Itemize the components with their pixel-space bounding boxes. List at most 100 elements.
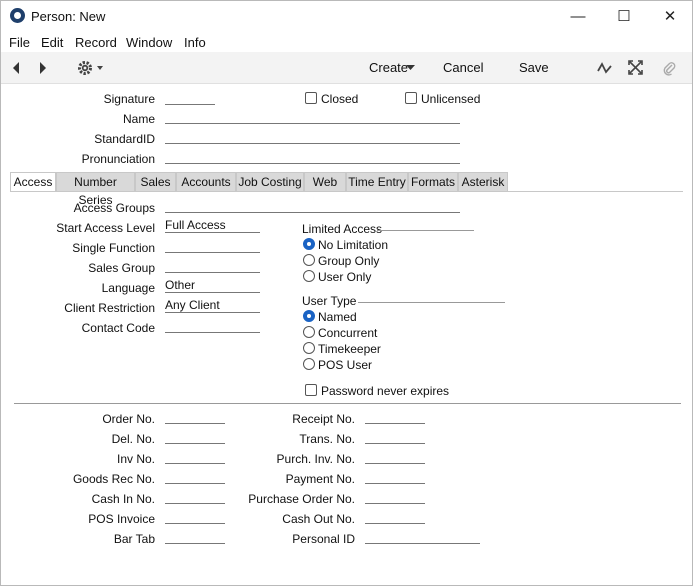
signature-field[interactable] (165, 91, 215, 105)
bar-tab-field[interactable] (165, 530, 225, 544)
cash-out-no-label: Cash Out No. (282, 512, 355, 526)
pos-invoice-label: POS Invoice (88, 512, 155, 526)
tab-asterisk[interactable]: Asterisk (458, 172, 508, 192)
tab-time-entry[interactable]: Time Entry (346, 172, 408, 192)
create-button[interactable]: Create (369, 60, 408, 75)
order-no-field[interactable] (165, 410, 225, 424)
access-groups-label: Access Groups (73, 201, 155, 215)
menu-info[interactable]: Info (184, 35, 206, 50)
toolbar: Create Cancel Save (1, 52, 692, 84)
signature-label: Signature (103, 92, 155, 106)
concurrent-radio[interactable] (303, 326, 315, 338)
group-only-radio[interactable] (303, 254, 315, 266)
concurrent-label: Concurrent (318, 326, 378, 340)
timekeeper-label: Timekeeper (318, 342, 381, 356)
cash-out-no-field[interactable] (365, 510, 425, 524)
timekeeper-radio[interactable] (303, 342, 315, 354)
tab-accounts[interactable]: Accounts (176, 172, 236, 192)
previous-record-icon[interactable] (11, 61, 21, 75)
close-button[interactable]: ✕ (647, 3, 693, 30)
limited-access-divider (377, 230, 474, 231)
client-restriction-field[interactable]: Any Client (165, 299, 260, 313)
unlicensed-label: Unlicensed (421, 92, 481, 106)
payment-no-field[interactable] (365, 470, 425, 484)
pronunciation-field[interactable] (165, 150, 460, 164)
attachment-icon[interactable] (662, 60, 676, 76)
pos-user-label: POS User (318, 358, 373, 372)
user-type-divider (358, 302, 505, 303)
save-button[interactable]: Save (519, 60, 549, 75)
named-radio[interactable] (303, 310, 315, 322)
tab-sales[interactable]: Sales (135, 172, 176, 192)
single-function-field[interactable] (165, 239, 260, 253)
menu-bar: File Edit Record Window Info (1, 32, 692, 52)
tab-access[interactable]: Access (10, 172, 56, 192)
group-only-label: Group Only (318, 254, 380, 268)
access-groups-field[interactable] (165, 199, 460, 213)
tab-web[interactable]: Web (304, 172, 346, 192)
maximize-button[interactable]: ☐ (601, 3, 647, 30)
menu-edit[interactable]: Edit (41, 35, 63, 50)
password-never-expires-checkbox[interactable] (305, 384, 317, 396)
menu-window[interactable]: Window (126, 35, 172, 50)
closed-label: Closed (321, 92, 359, 106)
receipt-no-field[interactable] (365, 410, 425, 424)
user-only-radio[interactable] (303, 270, 315, 282)
expand-icon[interactable] (628, 60, 643, 75)
tab-job-costing[interactable]: Job Costing (236, 172, 304, 192)
language-label: Language (101, 281, 155, 295)
tab-formats[interactable]: Formats (408, 172, 458, 192)
client-restriction-label: Client Restriction (64, 301, 155, 315)
create-dropdown-icon[interactable] (406, 65, 415, 71)
inv-no-label: Inv No. (116, 452, 155, 466)
start-access-level-field[interactable]: Full Access (165, 219, 260, 233)
purch-inv-no-field[interactable] (365, 450, 425, 464)
gear-menu-icon[interactable] (77, 60, 105, 76)
no-limitation-label: No Limitation (318, 238, 389, 252)
menu-file[interactable]: File (9, 35, 30, 50)
unlicensed-checkbox[interactable] (405, 92, 417, 104)
cancel-button[interactable]: Cancel (443, 60, 483, 75)
closed-checkbox[interactable] (305, 92, 317, 104)
tab-divider (10, 191, 683, 192)
start-access-level-label: Start Access Level (56, 221, 155, 235)
personal-id-field[interactable] (365, 530, 480, 544)
user-only-label: User Only (318, 270, 372, 284)
named-label: Named (318, 310, 357, 324)
trans-no-field[interactable] (365, 430, 425, 444)
minimize-button[interactable]: — (555, 3, 601, 30)
bar-tab-label: Bar Tab (113, 532, 155, 546)
pos-invoice-field[interactable] (165, 510, 225, 524)
no-limitation-radio[interactable] (303, 238, 315, 250)
cash-in-no-label: Cash In No. (91, 492, 155, 506)
single-function-label: Single Function (72, 241, 155, 255)
contact-code-field[interactable] (165, 319, 260, 333)
menu-record[interactable]: Record (75, 35, 117, 50)
del-no-label: Del. No. (111, 432, 155, 446)
password-never-expires-label: Password never expires (321, 384, 450, 398)
pronunciation-label: Pronunciation (81, 152, 155, 166)
purchase-order-no-field[interactable] (365, 490, 425, 504)
inv-no-field[interactable] (165, 450, 225, 464)
contact-code-label: Contact Code (81, 321, 155, 335)
limited-access-title: Limited Access (302, 222, 383, 236)
payment-no-label: Payment No. (285, 472, 355, 486)
pos-user-radio[interactable] (303, 358, 315, 370)
next-record-icon[interactable] (38, 61, 48, 75)
cash-in-no-field[interactable] (165, 490, 225, 504)
language-field[interactable]: Other (165, 279, 260, 293)
receipt-no-label: Receipt No. (292, 412, 355, 426)
del-no-field[interactable] (165, 430, 225, 444)
window-title: Person: New (31, 9, 106, 24)
name-field[interactable] (165, 110, 460, 124)
section-divider (14, 403, 681, 404)
standardid-field[interactable] (165, 130, 460, 144)
sales-group-field[interactable] (165, 259, 260, 273)
goods-rec-no-label: Goods Rec No. (72, 472, 155, 486)
tab-number-series[interactable]: Number Series (56, 172, 135, 207)
personal-id-label: Personal ID (292, 532, 355, 546)
title-bar[interactable]: Person: New — ☐ ✕ (1, 1, 692, 32)
purch-inv-no-label: Purch. Inv. No. (276, 452, 355, 466)
activity-icon[interactable] (597, 61, 613, 75)
goods-rec-no-field[interactable] (165, 470, 225, 484)
